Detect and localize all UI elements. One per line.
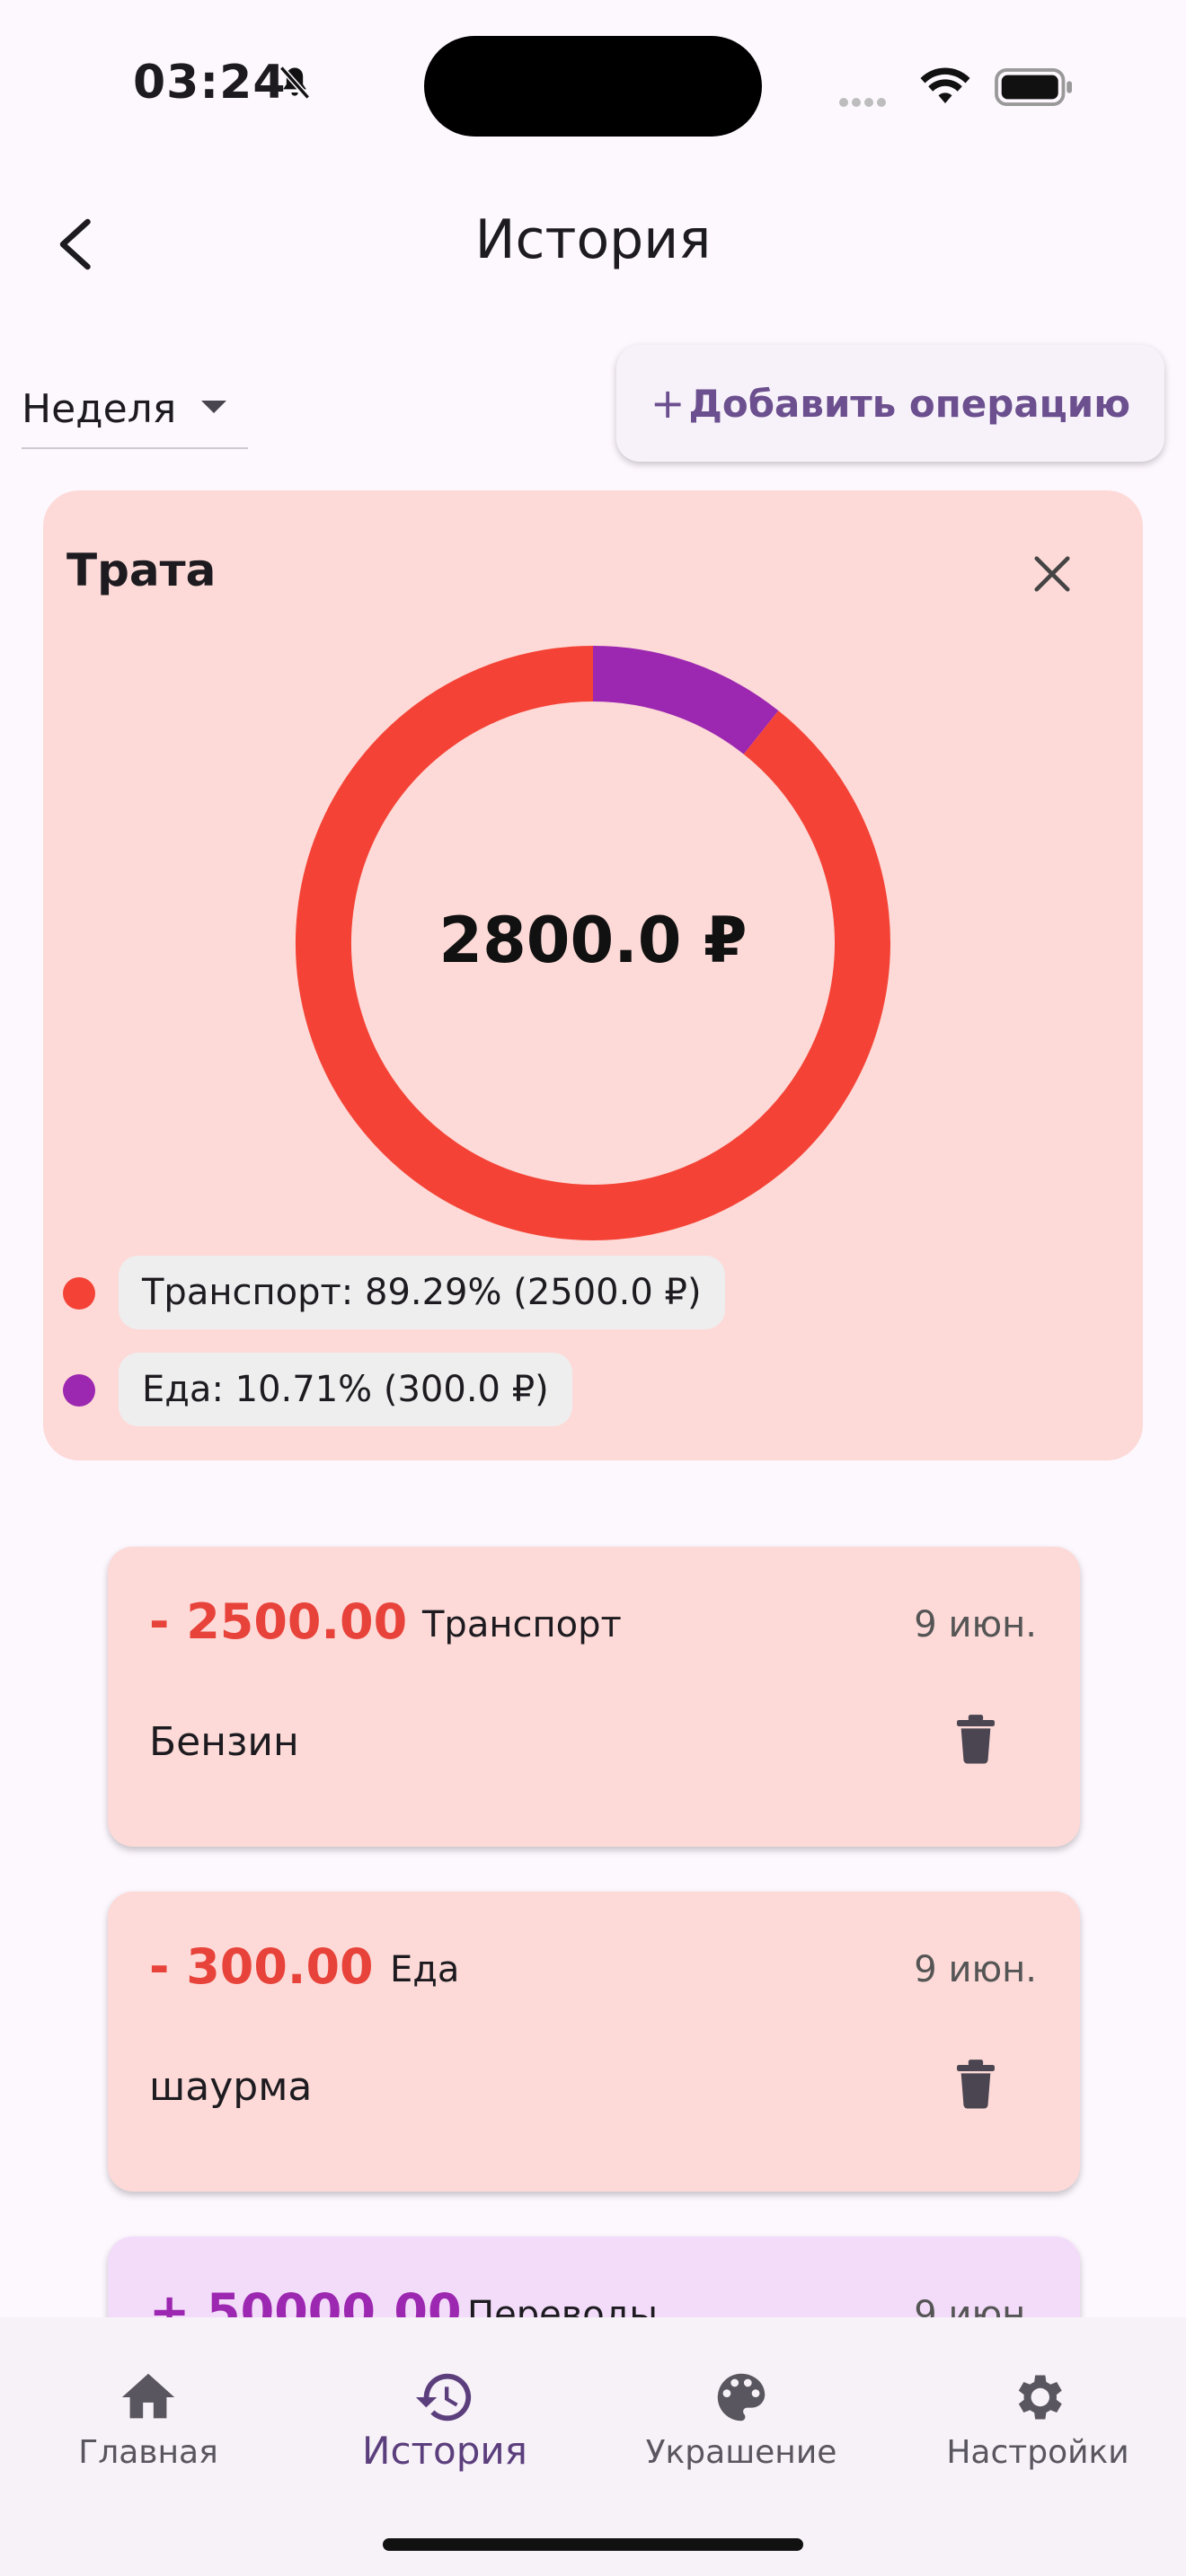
add-operation-label: Добавить операцию [688,381,1131,426]
legend-dot-food [63,1374,95,1407]
wifi-icon [920,67,970,103]
nav-label: Настройки [946,2434,1129,2471]
transaction-description: шаурма [149,2064,313,2110]
nav-item-decoration[interactable]: Украшение [593,2317,890,2497]
transaction-amount: - 300.00 [149,1938,374,1995]
nav-label: Главная [78,2434,218,2471]
bell-muted-icon [279,66,311,100]
plus-icon: + [650,379,686,428]
transaction-date: 9 июн. [914,1949,1037,1990]
transaction-card[interactable]: - 2500.00 Транспорт 9 июн. Бензин [108,1547,1080,1847]
donut-segment-1 [592,646,779,754]
trash-icon[interactable] [954,1714,997,1764]
history-icon [415,2373,472,2422]
transaction-amount: - 2500.00 [149,1593,408,1650]
nav-item-home[interactable]: Главная [0,2317,296,2497]
add-operation-button[interactable]: + Добавить операцию [616,345,1164,462]
legend-dot-transport [63,1277,95,1310]
legend-chip-food: Еда: 10.71% (300.0 ₽) [119,1353,572,1426]
summary-total: 2800.0 ₽ [438,904,748,977]
nav-item-settings[interactable]: Настройки [890,2317,1186,2497]
transaction-category: Транспорт [422,1604,622,1645]
transaction-date: 9 июн. [914,1604,1037,1645]
bottom-navigation: Главная История Украшение Настройки [0,2317,1186,2576]
status-time: 03:24 [133,56,287,110]
dropdown-caret-icon [201,401,226,413]
close-icon[interactable] [1031,553,1073,595]
period-selected-value: Неделя [22,386,177,432]
home-icon [121,2373,175,2419]
nav-label: История [362,2429,527,2473]
expense-summary-card: Трата 2800.0 ₽ Транспорт: 89.29% (2500.0… [43,490,1143,1460]
nav-label: Украшение [645,2434,837,2471]
period-dropdown[interactable]: Неделя [22,375,248,449]
dynamic-island [424,36,762,137]
transaction-card[interactable]: - 300.00 Еда 9 июн. шаурма [108,1892,1080,2192]
summary-title: Трата [66,544,217,596]
transaction-description: Бензин [149,1719,299,1765]
settings-icon [1018,2375,1062,2420]
home-indicator [383,2538,803,2551]
signal-dots-icon [839,93,890,110]
page-title: История [474,208,712,271]
trash-icon[interactable] [954,2059,997,2109]
palette-icon [717,2373,766,2422]
legend-chip-transport: Транспорт: 89.29% (2500.0 ₽) [119,1256,725,1329]
transaction-category: Еда [390,1949,460,1990]
nav-item-history[interactable]: История [296,2317,593,2497]
battery-icon [995,68,1072,106]
